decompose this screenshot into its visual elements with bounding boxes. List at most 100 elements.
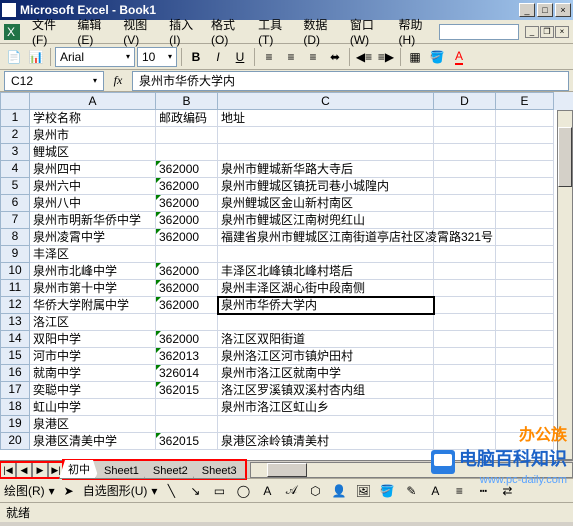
cell[interactable]: 362015 xyxy=(156,382,218,399)
cell[interactable]: 泉州市鲤城新华路大寺后 xyxy=(218,161,434,178)
cell[interactable] xyxy=(218,314,434,331)
cell[interactable] xyxy=(496,246,554,263)
help-search-input[interactable] xyxy=(439,24,519,40)
cell[interactable]: 泉港区 xyxy=(30,416,156,433)
mdi-restore[interactable]: ❐ xyxy=(540,26,554,38)
tab-nav-first[interactable]: |◀ xyxy=(0,462,16,478)
cell[interactable] xyxy=(434,433,496,450)
cell[interactable] xyxy=(156,127,218,144)
cell[interactable]: 泉州市明新华侨中学 xyxy=(30,212,156,229)
cell[interactable]: 362000 xyxy=(156,331,218,348)
menu-help[interactable]: 帮助(H) xyxy=(393,14,439,49)
row-header[interactable]: 7 xyxy=(0,212,30,229)
fill-color-button[interactable]: 🪣 xyxy=(427,47,447,67)
row-header[interactable]: 14 xyxy=(0,331,30,348)
fill-icon[interactable]: 🪣 xyxy=(377,481,397,501)
row-header[interactable]: 10 xyxy=(0,263,30,280)
scroll-thumb[interactable] xyxy=(558,127,572,187)
cell[interactable] xyxy=(496,280,554,297)
cell[interactable] xyxy=(496,144,554,161)
row-header[interactable]: 13 xyxy=(0,314,30,331)
picture-icon[interactable]: 🖼 xyxy=(353,481,373,501)
new-button[interactable]: 📄 xyxy=(4,47,24,67)
cell[interactable] xyxy=(496,399,554,416)
cell[interactable] xyxy=(156,314,218,331)
row-header[interactable]: 4 xyxy=(0,161,30,178)
cell[interactable]: 河市中学 xyxy=(30,348,156,365)
cell[interactable] xyxy=(434,161,496,178)
row-header[interactable]: 5 xyxy=(0,178,30,195)
cell[interactable] xyxy=(496,348,554,365)
cell[interactable]: 邮政编码 xyxy=(156,110,218,127)
oval-icon[interactable]: ◯ xyxy=(233,481,253,501)
cell[interactable]: 362000 xyxy=(156,229,218,246)
cell[interactable]: 洛江区罗溪镇双溪村杏内组 xyxy=(218,382,434,399)
bold-button[interactable]: B xyxy=(186,47,206,67)
cell[interactable]: 泉州八中 xyxy=(30,195,156,212)
row-header[interactable]: 2 xyxy=(0,127,30,144)
mdi-close[interactable]: × xyxy=(555,26,569,38)
row-header[interactable]: 11 xyxy=(0,280,30,297)
cell[interactable]: 就南中学 xyxy=(30,365,156,382)
cell[interactable] xyxy=(218,416,434,433)
pointer-button[interactable]: ➤ xyxy=(59,481,79,501)
horizontal-scrollbar[interactable] xyxy=(250,462,573,478)
menu-data[interactable]: 数据(D) xyxy=(297,14,343,49)
italic-button[interactable]: I xyxy=(208,47,228,67)
cell[interactable]: 泉州市北峰中学 xyxy=(30,263,156,280)
vertical-scrollbar[interactable] xyxy=(557,110,573,460)
select-all-button[interactable] xyxy=(0,92,30,110)
menu-tools[interactable]: 工具(T) xyxy=(252,14,297,49)
font-color-icon[interactable]: A xyxy=(425,481,445,501)
cell[interactable]: 泉州市 xyxy=(30,127,156,144)
font-color-button[interactable]: A xyxy=(449,47,469,67)
cell[interactable] xyxy=(434,416,496,433)
cell[interactable] xyxy=(496,382,554,399)
cell[interactable] xyxy=(496,195,554,212)
row-header[interactable]: 12 xyxy=(0,297,30,314)
cell[interactable] xyxy=(156,416,218,433)
cell[interactable]: 泉州鲤城区金山新村南区 xyxy=(218,195,434,212)
cell[interactable] xyxy=(434,399,496,416)
wordart-icon[interactable]: 𝒜 xyxy=(281,481,301,501)
cell[interactable]: 双阳中学 xyxy=(30,331,156,348)
cell[interactable] xyxy=(218,127,434,144)
name-box[interactable]: C12 ▾ xyxy=(4,71,104,91)
cell[interactable]: 362000 xyxy=(156,161,218,178)
row-header[interactable]: 3 xyxy=(0,144,30,161)
cell[interactable] xyxy=(434,331,496,348)
textbox-icon[interactable]: A xyxy=(257,481,277,501)
line-style-icon[interactable]: ≡ xyxy=(449,481,469,501)
cell[interactable] xyxy=(218,246,434,263)
cell[interactable]: 鲤城区 xyxy=(30,144,156,161)
tab-nav-next[interactable]: ▶ xyxy=(32,462,48,478)
row-header[interactable]: 17 xyxy=(0,382,30,399)
align-center-button[interactable]: ≡ xyxy=(281,47,301,67)
dash-style-icon[interactable]: ┅ xyxy=(473,481,493,501)
cell[interactable] xyxy=(434,246,496,263)
menu-edit[interactable]: 编辑(E) xyxy=(71,14,117,49)
tab-nav-prev[interactable]: ◀ xyxy=(16,462,32,478)
arrow-style-icon[interactable]: ⇄ xyxy=(497,481,517,501)
cell[interactable] xyxy=(496,331,554,348)
cell[interactable]: 地址 xyxy=(218,110,434,127)
row-header[interactable]: 1 xyxy=(0,110,30,127)
cell[interactable] xyxy=(434,297,496,314)
cell[interactable] xyxy=(434,110,496,127)
menu-window[interactable]: 窗口(W) xyxy=(344,14,393,49)
cell[interactable]: 泉州市洛江区就南中学 xyxy=(218,365,434,382)
scroll-thumb[interactable] xyxy=(267,463,307,477)
sheet-tab[interactable]: Sheet1 xyxy=(95,464,148,479)
font-selector[interactable]: Arial ▾ xyxy=(55,47,135,67)
row-header[interactable]: 9 xyxy=(0,246,30,263)
cell[interactable] xyxy=(156,246,218,263)
cell[interactable]: 丰泽区 xyxy=(30,246,156,263)
cell[interactable] xyxy=(434,212,496,229)
indent-inc-button[interactable]: ≡▶ xyxy=(376,47,396,67)
row-header[interactable]: 19 xyxy=(0,416,30,433)
cell[interactable]: 洛江区 xyxy=(30,314,156,331)
autoshape-menu[interactable]: 自选图形(U) xyxy=(83,482,148,499)
row-header[interactable]: 16 xyxy=(0,365,30,382)
col-header-C[interactable]: C xyxy=(218,92,434,110)
cell[interactable]: 泉州市鲤城区镇抚司巷小城隍内 xyxy=(218,178,434,195)
